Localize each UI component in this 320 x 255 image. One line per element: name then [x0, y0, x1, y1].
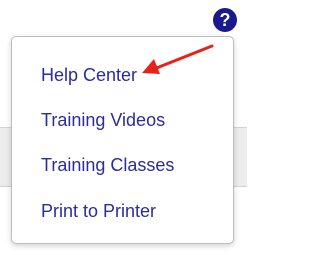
menu-item-training-classes[interactable]: Training Classes: [41, 154, 174, 176]
menu-item-print-to-printer[interactable]: Print to Printer: [41, 200, 156, 222]
menu-item-help-center[interactable]: Help Center: [41, 64, 137, 86]
menu-item-training-videos[interactable]: Training Videos: [41, 109, 165, 131]
question-circle-icon: ?: [213, 8, 237, 32]
question-glyph: ?: [220, 10, 231, 30]
help-dropdown-menu: Help Center Training Videos Training Cla…: [11, 36, 234, 244]
help-button[interactable]: ?: [212, 7, 238, 33]
